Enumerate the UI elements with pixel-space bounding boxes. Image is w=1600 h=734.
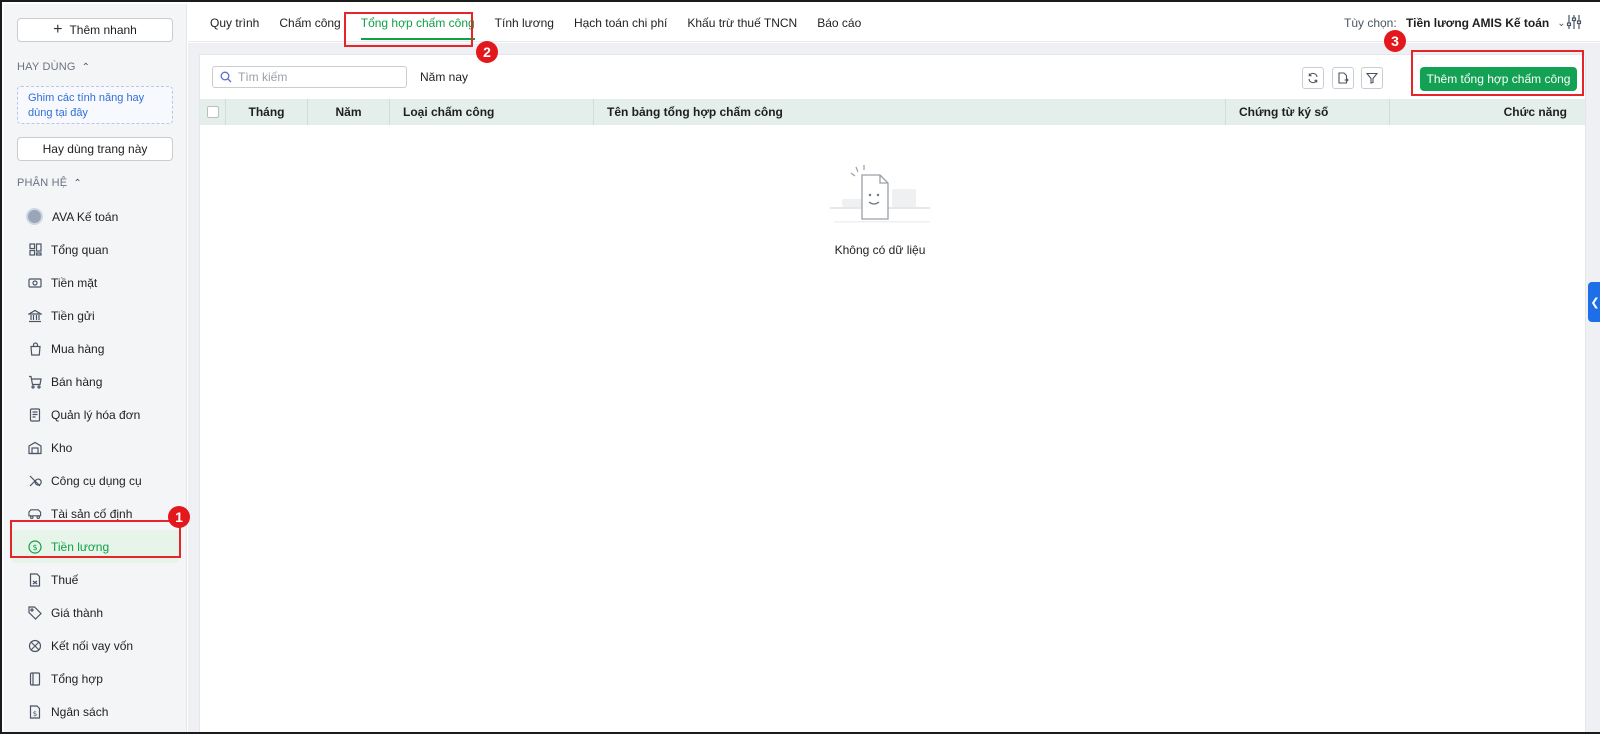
column-header-digital-sign[interactable]: Chứng từ ký số — [1226, 99, 1390, 125]
table-header: Tháng Năm Loại chấm công Tên bảng tổng h… — [200, 99, 1585, 125]
select-all-cell — [200, 99, 226, 125]
column-header-year[interactable]: Năm — [308, 99, 390, 125]
price-tag-icon — [28, 605, 42, 620]
ava-avatar-icon — [26, 208, 43, 225]
app-frame: + Thêm nhanh HAY DÙNG ⌃ Ghim các tính nă… — [0, 0, 1600, 734]
loan-icon — [28, 639, 42, 653]
sidebar: + Thêm nhanh HAY DÙNG ⌃ Ghim các tính nă… — [4, 4, 187, 732]
filter-button[interactable] — [1361, 67, 1383, 89]
search-box[interactable]: Tìm kiếm — [212, 66, 407, 88]
filter-icon — [1366, 72, 1378, 84]
module-nav: AVA Kế toán Tổng quan Tiền mặt Tiền gửi — [4, 200, 187, 728]
budget-icon: $ — [28, 704, 42, 719]
sidebar-item-ngan-sach[interactable]: $ Ngân sách — [12, 695, 179, 728]
chevron-up-icon: ⌃ — [73, 177, 82, 189]
attendance-summary-panel: Tìm kiếm Năm nay Thêm tổng hợp chấm công… — [199, 54, 1586, 732]
module-tabs: Quy trình Chấm công Tổng hợp chấm công T… — [210, 4, 881, 42]
settings-sliders-icon[interactable] — [1566, 14, 1582, 30]
book-icon — [28, 671, 42, 686]
modules-section-title[interactable]: PHÂN HỆ ⌃ — [17, 177, 82, 189]
step-badge-3: 3 — [1384, 30, 1406, 52]
sidebar-item-quan-ly-hoa-don[interactable]: Quản lý hóa đơn — [12, 398, 179, 431]
highlight-box-step1 — [10, 520, 181, 558]
sidebar-item-mua-hang[interactable]: Mua hàng — [12, 332, 179, 365]
invoice-icon — [28, 407, 42, 422]
tools-icon — [28, 474, 42, 488]
select-all-checkbox[interactable] — [206, 106, 219, 118]
empty-state-illustration — [820, 163, 940, 236]
highlight-box-step3 — [1411, 50, 1584, 96]
tax-doc-icon — [28, 572, 42, 587]
pin-hint-box: Ghim các tính năng hay dùng tại đây — [17, 86, 173, 124]
sidebar-item-tien-mat[interactable]: Tiền mặt — [12, 266, 179, 299]
frequent-section-title[interactable]: HAY DÙNG ⌃ — [17, 61, 90, 73]
export-button[interactable] — [1332, 67, 1354, 89]
use-this-page-button[interactable]: Hay dùng trang này — [17, 137, 173, 161]
option-label: Tùy chọn: — [1344, 16, 1397, 30]
sidebar-item-kho[interactable]: Kho — [12, 431, 179, 464]
column-header-actions: Chức năng — [1503, 105, 1567, 119]
empty-state-text: Không có dữ liệu — [834, 243, 926, 257]
search-placeholder: Tìm kiếm — [238, 70, 288, 84]
sidebar-item-tong-quan[interactable]: Tổng quan — [12, 233, 179, 266]
chevron-up-icon: ⌃ — [81, 61, 91, 73]
refresh-icon — [1308, 72, 1318, 84]
sidebar-item-ket-noi-vay-von[interactable]: Kết nối vay vốn — [12, 629, 179, 662]
sidebar-item-ban-hang[interactable]: Bán hàng — [12, 365, 179, 398]
bank-icon — [28, 309, 42, 323]
tab-cham-cong[interactable]: Chấm công — [279, 4, 340, 42]
tab-khau-tru-thue-tncn[interactable]: Khấu trừ thuế TNCN — [687, 4, 797, 42]
sidebar-item-tong-hop[interactable]: Tổng hợp — [12, 662, 179, 695]
chevron-left-icon: ❮ — [1590, 296, 1600, 309]
step-badge-2: 2 — [476, 41, 498, 63]
vehicle-icon — [28, 507, 42, 521]
dashboard-icon — [28, 243, 42, 257]
plus-icon: + — [53, 21, 63, 38]
quick-add-label: Thêm nhanh — [69, 23, 137, 37]
export-file-icon — [1338, 72, 1349, 84]
column-header-month[interactable]: Tháng — [226, 99, 308, 125]
year-filter[interactable]: Năm nay — [420, 70, 468, 84]
highlight-box-step2 — [344, 12, 473, 47]
refresh-button[interactable] — [1302, 67, 1324, 89]
side-panel-toggle[interactable]: ❮ — [1588, 282, 1600, 322]
sidebar-item-tien-gui[interactable]: Tiền gửi — [12, 299, 179, 332]
search-icon — [220, 71, 232, 83]
sidebar-item-thue[interactable]: Thuế — [12, 563, 179, 596]
sidebar-item-ava-ke-toan[interactable]: AVA Kế toán — [12, 200, 179, 233]
warehouse-icon — [28, 441, 42, 455]
option-select[interactable]: Tiền lương AMIS Kế toán ⌄ — [1406, 16, 1566, 30]
cash-icon — [28, 276, 42, 290]
chevron-down-icon: ⌄ — [1557, 17, 1566, 29]
shopping-bag-icon — [28, 341, 42, 356]
tab-tinh-luong[interactable]: Tính lương — [495, 4, 554, 42]
column-header-attendance-type[interactable]: Loại chấm công — [390, 99, 594, 125]
tab-quy-trinh[interactable]: Quy trình — [210, 4, 259, 42]
step-badge-1: 1 — [168, 506, 190, 528]
column-header-summary-name[interactable]: Tên bảng tổng hợp chấm công — [594, 99, 1226, 125]
svg-text:$: $ — [33, 710, 37, 718]
quick-add-button[interactable]: + Thêm nhanh — [17, 18, 173, 42]
sidebar-item-gia-thanh[interactable]: Giá thành — [12, 596, 179, 629]
empty-document-icon — [830, 165, 930, 223]
tab-hach-toan-chi-phi[interactable]: Hạch toán chi phí — [574, 4, 667, 42]
cart-icon — [28, 375, 42, 389]
sidebar-item-cong-cu-dung-cu[interactable]: Công cụ dụng cụ — [12, 464, 179, 497]
tab-bao-cao[interactable]: Báo cáo — [817, 4, 861, 42]
